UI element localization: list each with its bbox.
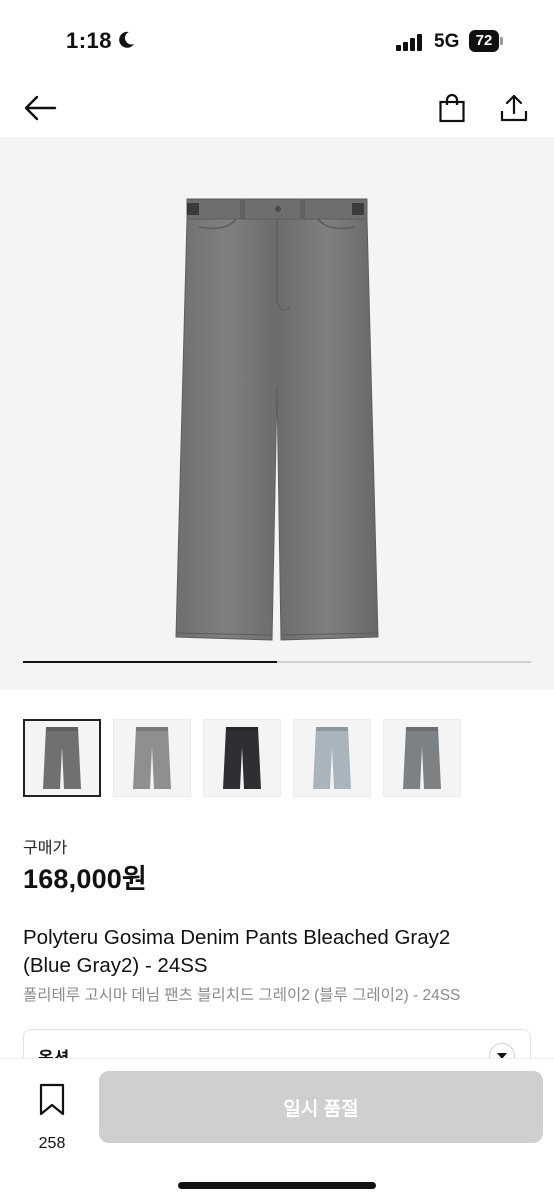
thumbnail-4[interactable] (293, 719, 371, 797)
thumbnail-image (223, 727, 261, 789)
bookmark-button[interactable]: 258 (26, 1081, 78, 1152)
status-bar: 1:18 5G 72 (0, 0, 554, 80)
product-image-carousel[interactable] (0, 137, 554, 690)
bookmark-icon (39, 1083, 65, 1116)
product-title-line1: Polyteru Gosima Denim Pants Bleached Gra… (23, 926, 451, 949)
thumbnail-3[interactable] (203, 719, 281, 797)
thumbnail-2[interactable] (113, 719, 191, 797)
cart-button[interactable] (432, 88, 472, 128)
network-type: 5G (434, 31, 460, 52)
thumbnail-1[interactable] (23, 719, 101, 797)
thumbnail-5[interactable] (383, 719, 461, 797)
bottom-action-bar: 258 일시 품절 (0, 1058, 554, 1200)
thumbnail-image (313, 727, 351, 789)
battery-icon: 72 (469, 30, 503, 52)
back-button[interactable] (20, 88, 60, 128)
moon-icon (119, 31, 134, 48)
thumbnail-strip (23, 719, 461, 799)
battery-level: 72 (469, 30, 499, 52)
product-title: Polyteru Gosima Denim Pants Bleached Gra… (23, 924, 533, 980)
top-nav (0, 80, 554, 136)
shopping-bag-icon (439, 93, 465, 123)
thumbnail-image (403, 727, 441, 789)
arrow-left-icon (24, 95, 57, 121)
home-indicator (178, 1182, 376, 1189)
price-label: 구매가 (23, 840, 68, 857)
gallery-progress-fill (23, 661, 277, 663)
share-button[interactable] (494, 88, 534, 128)
thumbnail-image (133, 727, 171, 789)
status-time: 1:18 (66, 28, 113, 53)
product-image (175, 198, 379, 641)
gallery-progress-track (23, 661, 531, 663)
thumbnail-image (43, 727, 81, 789)
signal-icon (396, 33, 424, 51)
product-title-korean: 폴리테루 고시마 데님 팬츠 블리치드 그레이2 (블루 그레이2) - 24S… (23, 987, 461, 1004)
product-title-line2: (Blue Gray2) - 24SS (23, 954, 208, 977)
share-icon (500, 94, 528, 122)
sold-out-button[interactable]: 일시 품절 (99, 1071, 543, 1143)
bookmark-count: 258 (38, 1135, 66, 1152)
price: 168,000원 (23, 864, 148, 894)
